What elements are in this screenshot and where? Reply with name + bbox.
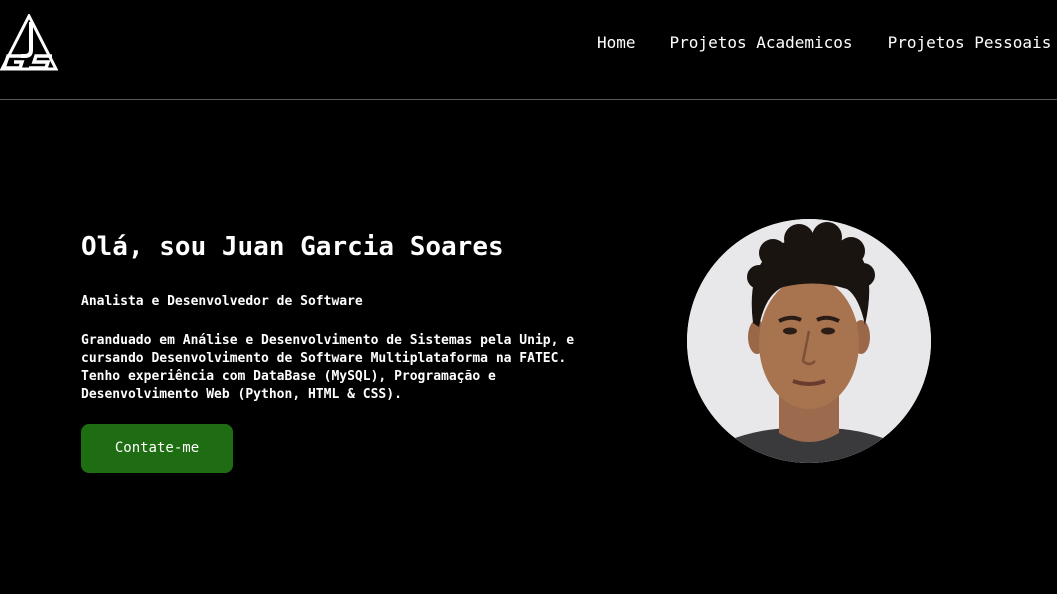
profile-portrait-image <box>687 219 931 463</box>
nav-academic-projects-link[interactable]: Projetos Academicos <box>670 32 853 54</box>
nav-home-link[interactable]: Home <box>597 32 636 54</box>
hero-title: Olá, sou Juan Garcia Soares <box>81 232 504 262</box>
logo-icon <box>0 12 59 71</box>
main-nav: Home Projetos Academicos Projetos Pessoa… <box>597 32 1051 54</box>
contact-button[interactable]: Contate-me <box>81 424 233 473</box>
nav-personal-projects-link[interactable]: Projetos Pessoais <box>888 32 1052 54</box>
jgs-logo[interactable] <box>0 12 59 72</box>
hero-subtitle: Analista e Desenvolvedor de Software <box>81 294 363 309</box>
site-header: Home Projetos Academicos Projetos Pessoa… <box>0 0 1057 100</box>
profile-photo <box>687 219 931 463</box>
hero-description: Granduado em Análise e Desenvolvimento d… <box>81 333 575 402</box>
